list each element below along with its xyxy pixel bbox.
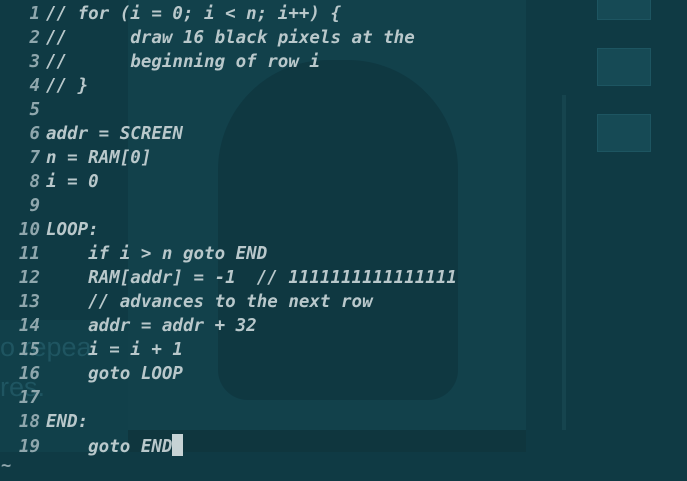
line-number: 18 — [18, 412, 40, 432]
code-editor-buffer[interactable]: 1 // for (i = 0; i < n; i++) { 2 // draw 16… — [0, 2, 457, 458]
line-number: 2 — [29, 28, 40, 48]
line-text[interactable]: // beginning of row i — [46, 52, 320, 72]
code-line[interactable]: 6 addr = SCREEN — [0, 122, 457, 146]
code-line[interactable]: 7 n = RAM[0] — [0, 146, 457, 170]
line-text[interactable]: i = 0 — [46, 172, 99, 192]
line-text[interactable]: goto END — [46, 437, 172, 457]
line-number: 5 — [29, 100, 40, 120]
line-number: 3 — [29, 52, 40, 72]
line-number: 1 — [29, 4, 40, 24]
background-thumbnail — [597, 0, 651, 20]
line-number: 6 — [29, 124, 40, 144]
line-number: 12 — [18, 268, 40, 288]
line-text[interactable]: if i > n goto END — [46, 244, 267, 264]
code-line[interactable]: 12 RAM[addr] = -1 // 1111111111111111 — [0, 266, 457, 290]
code-line[interactable]: 1 // for (i = 0; i < n; i++) { — [0, 2, 457, 26]
background-thumbnail — [597, 48, 651, 86]
line-text[interactable]: RAM[addr] = -1 // 1111111111111111 — [46, 268, 457, 288]
editor-screen: o repea res. 1// for (i = 0; i < n; i++)… — [0, 0, 687, 481]
text-cursor — [172, 434, 184, 456]
code-line[interactable]: 18 END: — [0, 410, 457, 434]
background-thumbnail — [597, 114, 651, 152]
code-line[interactable]: 10 LOOP: — [0, 218, 457, 242]
line-text[interactable]: // advances to the next row — [46, 292, 372, 312]
code-line[interactable]: 15 i = i + 1 — [0, 338, 457, 362]
code-line[interactable]: 16 goto LOOP — [0, 362, 457, 386]
line-number: 7 — [29, 148, 40, 168]
line-text[interactable]: goto LOOP — [46, 364, 183, 384]
line-text[interactable]: addr = addr + 32 — [46, 316, 257, 336]
code-line[interactable]: 17 — [0, 386, 457, 410]
code-line[interactable]: 14 addr = addr + 32 — [0, 314, 457, 338]
code-line[interactable]: 8 i = 0 — [0, 170, 457, 194]
line-number: 15 — [18, 340, 40, 360]
code-line[interactable]: 9 — [0, 194, 457, 218]
line-text[interactable]: addr = SCREEN — [46, 124, 183, 144]
line-number: 10 — [18, 220, 40, 240]
line-number: 17 — [18, 388, 40, 408]
code-line[interactable]: 4 // } — [0, 74, 457, 98]
line-number: 16 — [18, 364, 40, 384]
code-line[interactable]: 19 goto END — [0, 434, 457, 458]
line-number: 13 — [18, 292, 40, 312]
code-line[interactable]: 13 // advances to the next row — [0, 290, 457, 314]
code-line[interactable]: 5 — [0, 98, 457, 122]
line-number: 9 — [29, 196, 40, 216]
line-number: 4 — [29, 76, 40, 96]
line-text[interactable]: END: — [46, 412, 88, 432]
code-line[interactable]: 11 if i > n goto END — [0, 242, 457, 266]
code-line[interactable]: 3 // beginning of row i — [0, 50, 457, 74]
line-number: 11 — [18, 244, 40, 264]
line-text[interactable]: // for (i = 0; i < n; i++) { — [46, 4, 341, 24]
line-text[interactable]: i = i + 1 — [46, 340, 183, 360]
line-text[interactable]: LOOP: — [46, 220, 99, 240]
line-text[interactable]: n = RAM[0] — [46, 148, 151, 168]
background-scroll-strip — [562, 95, 566, 430]
code-line[interactable]: 2 // draw 16 black pixels at the — [0, 26, 457, 50]
line-number: 8 — [29, 172, 40, 192]
line-text[interactable]: // draw 16 black pixels at the — [46, 28, 415, 48]
empty-line-marker: ~ — [1, 456, 12, 476]
line-number: 14 — [18, 316, 40, 336]
line-text[interactable]: // } — [46, 76, 88, 96]
